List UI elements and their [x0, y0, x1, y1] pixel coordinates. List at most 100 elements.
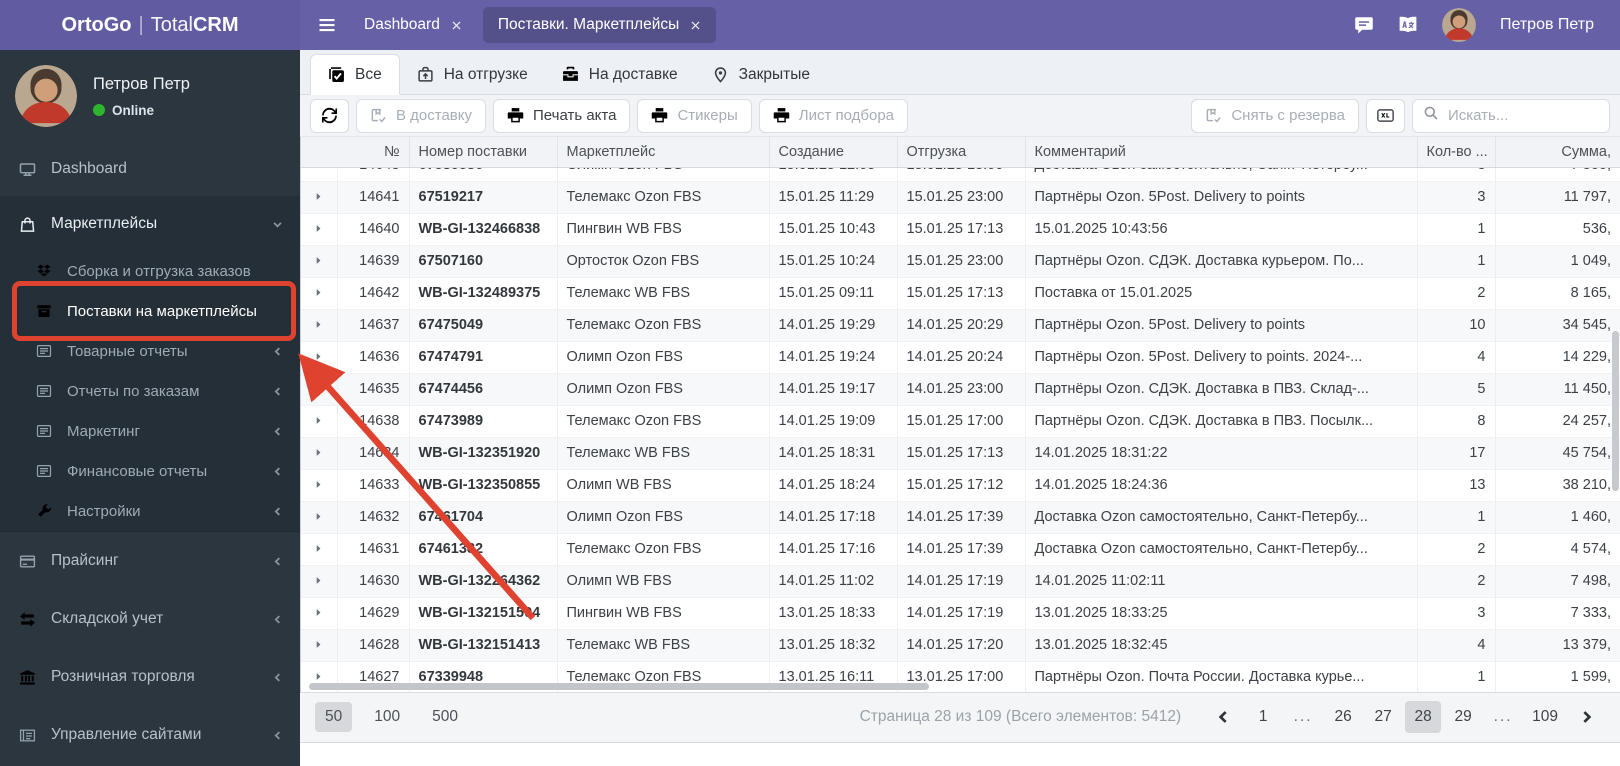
- user-name[interactable]: Петров Петр: [1500, 16, 1594, 34]
- filter-tab-все[interactable]: Все: [310, 54, 400, 95]
- table-row[interactable]: 14629 WB-GI-132151504 Пингвин WB FBS 13.01.…: [301, 596, 1620, 629]
- filter-tabs-bar: Все На отгрузке На доставке Закрытые: [300, 50, 1620, 95]
- table-row[interactable]: 14630 WB-GI-132264362 Олимп WB FBS 14.01.25…: [301, 564, 1620, 597]
- sidebar-item-розничная-торговля[interactable]: Розничная торговля: [0, 648, 300, 706]
- column-header-5[interactable]: Отгрузка: [896, 137, 1025, 168]
- page-109[interactable]: 109: [1525, 701, 1565, 733]
- supplies-table: № Номер поставки Маркетплейс Создание Отгруз…: [300, 137, 1620, 693]
- print-act-button[interactable]: Печать акта: [493, 98, 631, 133]
- row-expander-icon[interactable]: [301, 180, 337, 213]
- table-row[interactable]: 14633 WB-GI-132350855 Олимп WB FBS 14.01.25…: [301, 468, 1620, 501]
- export-xlsx-button[interactable]: [1366, 98, 1405, 133]
- previous-page-button[interactable]: [1205, 709, 1241, 725]
- table-row[interactable]: 14636 67474791 Олимп Ozon FBS 14.01.25 19:2…: [301, 340, 1620, 373]
- page-size-500[interactable]: 500: [422, 702, 468, 732]
- cell-sum: 38 210,: [1494, 468, 1620, 501]
- cell-comment: 15.01.2025 10:43:56: [1024, 212, 1417, 245]
- page-27[interactable]: 27: [1365, 701, 1401, 733]
- row-expander-icon[interactable]: [301, 167, 337, 181]
- filter-tab-на-доставке[interactable]: На доставке: [545, 55, 695, 94]
- sidebar-item-складской-учет[interactable]: Складской учет: [0, 590, 300, 648]
- filter-tab-label: Все: [355, 65, 382, 83]
- pick-list-button[interactable]: Лист подбора: [758, 98, 909, 133]
- page-size-50[interactable]: 50: [315, 702, 353, 732]
- row-expander-icon[interactable]: [301, 436, 337, 469]
- column-header-3[interactable]: Маркетплейс: [556, 137, 769, 168]
- sidebar-item-товарные-отчеты[interactable]: Товарные отчеты: [0, 331, 300, 371]
- row-expander-icon[interactable]: [301, 468, 337, 501]
- hamburger-menu-button[interactable]: [317, 15, 337, 35]
- column-header-7[interactable]: Кол-во ...: [1416, 137, 1495, 168]
- row-expander-icon[interactable]: [301, 500, 337, 533]
- sidebar-item-маркетплейсы[interactable]: Маркетплейсы: [0, 197, 300, 251]
- tab-поставки-маркетплейсы[interactable]: Поставки. Маркетплейсы: [482, 7, 717, 43]
- chat-button[interactable]: [1354, 15, 1374, 35]
- table-row[interactable]: 14639 67507160 Ортосток Ozon FBS 15.01.25 1…: [301, 244, 1620, 277]
- column-header-1[interactable]: №: [301, 137, 409, 168]
- row-expander-icon[interactable]: [301, 532, 337, 565]
- sidebar-item-маркетинг[interactable]: Маркетинг: [0, 411, 300, 451]
- page-28[interactable]: 28: [1405, 701, 1442, 733]
- sidebar-item-поставки-на-маркетплейсы[interactable]: Поставки на маркетплейсы: [0, 291, 300, 331]
- vertical-scrollbar[interactable]: [1612, 330, 1619, 491]
- row-expander-icon[interactable]: [301, 628, 337, 661]
- table-row[interactable]: 1464367530536Олимп Ozon FBS15.01.25 12:0…: [301, 167, 1620, 181]
- tab-dashboard[interactable]: Dashboard: [349, 7, 477, 43]
- translate-button[interactable]: [1398, 15, 1418, 35]
- filter-tab-закрытые[interactable]: Закрытые: [695, 55, 827, 94]
- tab-close-button[interactable]: [451, 20, 462, 31]
- filter-tab-label: На отгрузке: [443, 65, 528, 83]
- sidebar-item-dashboard[interactable]: Dashboard: [0, 142, 300, 196]
- column-header-8[interactable]: Сумма,: [1494, 137, 1620, 168]
- page-29[interactable]: 29: [1445, 701, 1481, 733]
- tab-close-button[interactable]: [690, 20, 701, 31]
- page-size-100[interactable]: 100: [364, 702, 410, 732]
- table-row[interactable]: 14638 67473989 Телемакс Ozon FBS 14.01.25 1…: [301, 404, 1620, 437]
- row-expander-icon[interactable]: [301, 596, 337, 629]
- row-expander-icon[interactable]: [301, 372, 337, 405]
- sidebar: Петров Петр Online Dashboard Маркетплейсы…: [0, 50, 300, 766]
- cell-comment: Партнёры Ozon. 5Post. Delivery to points: [1024, 308, 1417, 341]
- sidebar-item-настройки[interactable]: Настройки: [0, 491, 300, 531]
- sidebar-item-прайсинг[interactable]: Прайсинг: [0, 532, 300, 590]
- row-expander-icon[interactable]: [301, 340, 337, 373]
- row-expander-icon[interactable]: [301, 308, 337, 341]
- column-header-2[interactable]: Номер поставки: [408, 137, 557, 168]
- table-row[interactable]: 14631 67461382 Телемакс Ozon FBS 14.01.25 1…: [301, 532, 1620, 565]
- row-expander-icon[interactable]: [301, 276, 337, 309]
- cell-supply: 67473989: [408, 404, 557, 437]
- user-avatar[interactable]: [1441, 8, 1476, 42]
- sidebar-user-avatar[interactable]: [15, 65, 77, 127]
- table-row[interactable]: 14628 WB-GI-132151413 Телемакс WB FBS 13.01…: [301, 628, 1620, 661]
- page-1[interactable]: 1: [1245, 701, 1281, 733]
- table-row[interactable]: 14640 WB-GI-132466838 Пингвин WB FBS 15.01.…: [301, 212, 1620, 245]
- table-row[interactable]: 14641 67519217 Телемакс Ozon FBS 15.01.25 1…: [301, 180, 1620, 213]
- sidebar-item-управление-сайтами[interactable]: Управление сайтами: [0, 706, 300, 764]
- table-row[interactable]: 14637 67475049 Телемакс Ozon FBS 14.01.25 1…: [301, 308, 1620, 341]
- column-header-6[interactable]: Комментарий: [1024, 137, 1417, 168]
- row-expander-icon[interactable]: [301, 244, 337, 277]
- row-expander-icon[interactable]: [301, 404, 337, 437]
- unreserve-button[interactable]: Снять с резерва: [1191, 98, 1359, 133]
- sidebar-item-сборка-и-отгрузка-заказов[interactable]: Сборка и отгрузка заказов: [0, 251, 300, 291]
- table-row[interactable]: 14634 WB-GI-132351920 Телемакс WB FBS 14.01…: [301, 436, 1620, 469]
- table-row[interactable]: 14632 67461704 Олимп Ozon FBS 14.01.25 17:1…: [301, 500, 1620, 533]
- table-row[interactable]: 14642 WB-GI-132489375 Телемакс WB FBS 15.01…: [301, 276, 1620, 309]
- search-input[interactable]: [1448, 107, 1599, 124]
- refresh-button[interactable]: [310, 98, 349, 133]
- row-expander-icon[interactable]: [301, 212, 337, 245]
- stickers-button[interactable]: Стикеры: [637, 98, 752, 133]
- row-expander-icon[interactable]: [301, 564, 337, 597]
- table-row[interactable]: 14635 67474456 Олимп Ozon FBS 14.01.25 19:1…: [301, 372, 1620, 405]
- page-26[interactable]: 26: [1325, 701, 1361, 733]
- cell-qty: 10: [1416, 308, 1495, 341]
- to-delivery-button[interactable]: В доставку: [356, 98, 487, 133]
- next-page-button[interactable]: [1569, 709, 1605, 725]
- sidebar-item-отчеты-по-заказам[interactable]: Отчеты по заказам: [0, 371, 300, 411]
- horizontal-scrollbar[interactable]: [309, 682, 929, 690]
- filter-tab-на-отгрузке[interactable]: На отгрузке: [400, 55, 545, 94]
- sidebar-item-финансовые-отчеты[interactable]: Финансовые отчеты: [0, 451, 300, 491]
- report-icon: [33, 383, 54, 399]
- column-header-4[interactable]: Создание: [768, 137, 897, 168]
- top-right-actions: Петров Петр: [1354, 8, 1620, 42]
